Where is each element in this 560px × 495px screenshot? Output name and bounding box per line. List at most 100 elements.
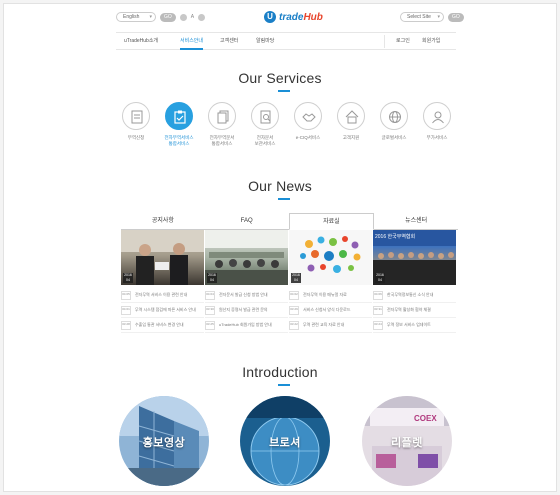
clipboard-check-icon [165, 102, 193, 130]
news-photo[interactable]: 2016 04 [121, 230, 204, 285]
news-list: 04 06 한국무역정보통신 소식 안내 03 31 전자무역 활성화 협약 체결 … [373, 285, 456, 333]
list-item[interactable]: 04 01 무역 시스템 점검에 따른 서비스 안내 [121, 303, 204, 318]
list-item-title: 전자무역 서비스 이용 관련 안내 [135, 292, 188, 297]
chevron-down-icon: ▾ [149, 14, 152, 20]
service-label: 글로벌서비스 [381, 135, 407, 140]
service-integrated[interactable]: 전자무역서비스 통합서비스 [159, 102, 199, 147]
nav-divider [384, 35, 385, 48]
intro-title-underline [278, 384, 290, 386]
news-photo[interactable]: 2016 04 [289, 230, 372, 285]
stacked-docs-icon [208, 102, 236, 130]
news-title: Our News [248, 178, 312, 194]
list-item-title: 무역 관련 교육 자료 안내 [303, 322, 345, 327]
logo-text-main: trade [279, 11, 304, 23]
list-item-title: 한국무역정보통신 소식 안내 [387, 292, 434, 297]
list-item[interactable]: 04 02 전자무역 이용 매뉴얼 자료 [289, 288, 372, 303]
news-date-badge: 2016 04 [375, 273, 385, 283]
service-label: 전자문서 보관서비스 [254, 135, 276, 146]
language-select[interactable]: English ▾ [116, 12, 156, 22]
list-item-title: 무역 정보 서비스 업데이트 [387, 322, 431, 327]
list-item[interactable]: 04 05 전자무역 서비스 이용 관련 안내 [121, 288, 204, 303]
nav-item-services[interactable]: 서비스안내 [180, 33, 204, 50]
news-column-newscenter: 2016 한국무역협회 2016 04 04 06 한국무역정보통신 소식 안내 … [373, 230, 456, 333]
globe-icon [380, 102, 408, 130]
tab-faq[interactable]: FAQ [204, 213, 289, 230]
list-item-date: 04 01 [121, 305, 131, 315]
logo-text: tradeHub [279, 12, 323, 23]
service-label: 전자무역문서 통합서비스 [209, 135, 235, 146]
intro-title: Introduction [242, 364, 318, 380]
list-item-date: 03 28 [121, 320, 131, 330]
intro-brochure[interactable]: 브로셔 [240, 396, 330, 486]
list-item[interactable]: 03 28 수출입 통관 서비스 변경 안내 [121, 318, 204, 333]
list-item-date: 03 22 [289, 320, 299, 330]
main-nav: uTradeHub소개 서비스안내 고객센터 알림마당 로그인 회원가입 [116, 32, 456, 50]
site-select-value: Select Site [407, 14, 431, 20]
list-item[interactable]: 04 06 한국무역정보통신 소식 안내 [373, 288, 456, 303]
tab-notice[interactable]: 공지사항 [121, 213, 205, 230]
nav-item-support[interactable]: 고객센터 [220, 33, 238, 50]
service-label: 전자무역서비스 통합서비스 [164, 135, 194, 146]
list-item-title: 원산지 증명서 발급 관련 문의 [219, 307, 268, 312]
service-extra[interactable]: 부가서비스 [417, 102, 457, 141]
list-item[interactable]: 03 22 무역 관련 교육 자료 안내 [289, 318, 372, 333]
nav-item-about[interactable]: uTradeHub소개 [124, 33, 158, 50]
news-title-underline [278, 198, 290, 200]
chevron-down-icon: ▾ [437, 14, 440, 20]
news-tabs: 공지사항 FAQ 자료실 뉴스센터 [121, 213, 458, 230]
list-item[interactable]: 03 30 원산지 증명서 발급 관련 문의 [205, 303, 288, 318]
language-go-button[interactable]: GO [160, 12, 176, 22]
service-archive[interactable]: 전자문서 보관서비스 [245, 102, 285, 147]
list-item-date: 04 04 [205, 290, 215, 300]
tab-library[interactable]: 자료실 [288, 213, 375, 230]
font-increase-icon[interactable] [198, 13, 206, 21]
intro-label: 리플렛 [391, 437, 423, 449]
list-item-title: 전자무역 활성화 협약 체결 [387, 307, 431, 312]
list-item[interactable]: 03 29 서비스 신청서 양식 다운로드 [289, 303, 372, 318]
news-list: 04 02 전자무역 이용 매뉴얼 자료 03 29 서비스 신청서 양식 다운로드… [289, 285, 372, 333]
list-item[interactable]: 04 04 전자문서 발급 신청 방법 안내 [205, 288, 288, 303]
document-icon [122, 102, 150, 130]
nav-item-signup[interactable]: 회원가입 [422, 33, 440, 50]
tab-newscenter[interactable]: 뉴스센터 [374, 213, 458, 230]
news-date-badge: 2016 04 [207, 273, 217, 283]
list-item-date: 03 31 [373, 305, 383, 315]
page: English ▾ GO A U tradeHub Select Site ▾ … [3, 3, 557, 492]
news-list: 04 04 전자문서 발급 신청 방법 안내 03 30 원산지 증명서 발급 관련… [205, 285, 288, 333]
service-documents[interactable]: 전자무역문서 통합서비스 [202, 102, 242, 147]
intro-promo-video[interactable]: 홍보영상 [119, 396, 209, 486]
list-item-date: 03 29 [289, 305, 299, 315]
list-item[interactable]: 03 31 전자무역 활성화 협약 체결 [373, 303, 456, 318]
news-banner-text: 2016 한국무역협회 [375, 234, 416, 240]
nav-item-login[interactable]: 로그인 [396, 33, 410, 50]
services-title-underline [278, 90, 290, 92]
service-global[interactable]: 글로벌서비스 [374, 102, 414, 141]
top-utility-bar: English ▾ GO A U tradeHub Select Site ▾ … [4, 11, 556, 26]
news-photo[interactable]: 2016 04 [205, 230, 288, 285]
leaflet-coex-text: COEX [414, 414, 437, 423]
site-go-button[interactable]: GO [448, 12, 464, 22]
site-select[interactable]: Select Site ▾ [400, 12, 444, 22]
list-item-title: 서비스 신청서 양식 다운로드 [303, 307, 351, 312]
news-column-notice: 2016 04 04 05 전자무역 서비스 이용 관련 안내 04 01 무역 시… [121, 230, 204, 333]
list-item[interactable]: 03 24 무역 정보 서비스 업데이트 [373, 318, 456, 333]
service-eciq[interactable]: e-CIQ서비스 [288, 102, 328, 141]
list-item[interactable]: 03 25 uTradeHub 회원가입 방법 안내 [205, 318, 288, 333]
service-label: 무역신청 [127, 135, 145, 140]
handshake-icon [294, 102, 322, 130]
search-doc-icon [251, 102, 279, 130]
intro-leaflet[interactable]: COEX 리플렛 [362, 396, 452, 486]
nav-item-notice[interactable]: 알림마당 [256, 33, 274, 50]
intro-label: 브로셔 [269, 437, 301, 449]
logo-mark-icon: U [264, 11, 276, 23]
site-logo[interactable]: U tradeHub [264, 11, 323, 23]
services-title: Our Services [238, 70, 322, 86]
font-size-label: A [190, 14, 195, 20]
service-trade-apply[interactable]: 무역신청 [116, 102, 156, 141]
list-item-date: 03 25 [205, 320, 215, 330]
news-photo[interactable]: 2016 한국무역협회 2016 04 [373, 230, 456, 285]
font-decrease-icon[interactable] [179, 13, 187, 21]
list-item-title: 무역 시스템 점검에 따른 서비스 안내 [135, 307, 196, 312]
service-support[interactable]: 고객지원 [331, 102, 371, 141]
service-label: 부가서비스 [426, 135, 448, 140]
